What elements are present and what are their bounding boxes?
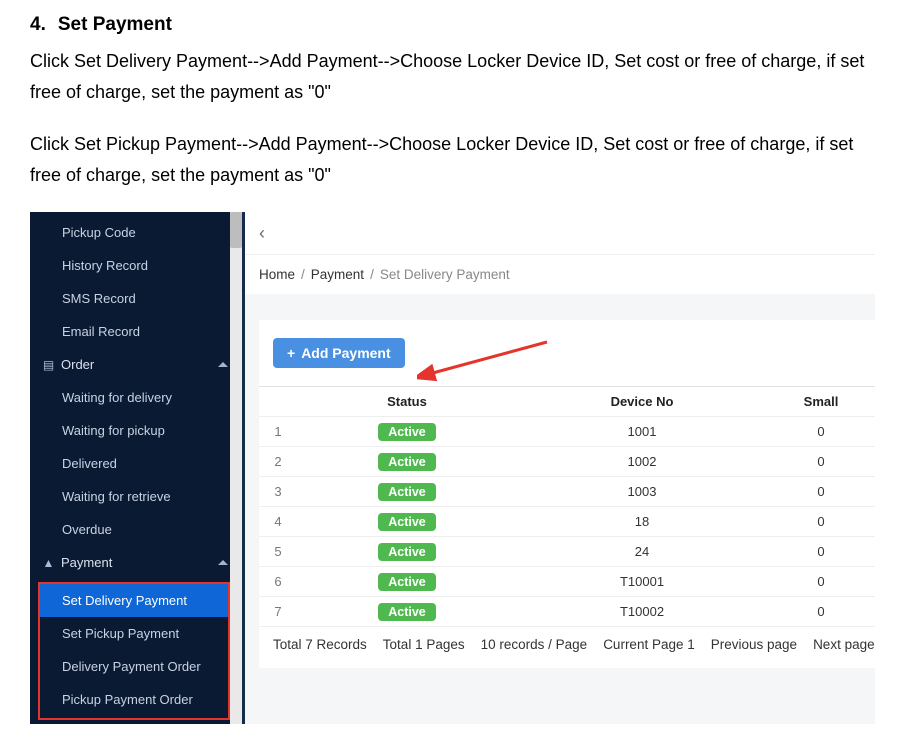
cell-small: 0	[767, 447, 875, 477]
breadcrumb-home[interactable]: Home	[259, 267, 295, 282]
doc-paragraph-1: Click Set Delivery Payment-->Add Payment…	[30, 46, 880, 107]
col-device-no: Device No	[517, 387, 767, 417]
sidebar-group-order[interactable]: ▤ Order	[30, 348, 242, 381]
cell-small: 0	[767, 537, 875, 567]
sidebar-item-waiting-delivery[interactable]: Waiting for delivery	[30, 381, 242, 414]
cell-status: Active	[297, 447, 517, 477]
table-row[interactable]: 4 Active 180	[259, 507, 875, 537]
cell-index: 5	[259, 537, 297, 567]
cell-small: 0	[767, 567, 875, 597]
status-badge: Active	[378, 483, 436, 501]
cell-small: 0	[767, 477, 875, 507]
sidebar-item-overdue[interactable]: Overdue	[30, 513, 242, 546]
sidebar-item-pickup-payment-order[interactable]: Pickup Payment Order	[40, 683, 228, 716]
doc-paragraph-2: Click Set Pickup Payment-->Add Payment--…	[30, 129, 880, 190]
cell-device-no: 24	[517, 537, 767, 567]
order-icon: ▤	[42, 359, 55, 370]
table-row[interactable]: 6 Active T100010	[259, 567, 875, 597]
cell-status: Active	[297, 597, 517, 627]
cell-index: 6	[259, 567, 297, 597]
cell-index: 7	[259, 597, 297, 627]
cell-status: Active	[297, 537, 517, 567]
sidebar-item-waiting-retrieve[interactable]: Waiting for retrieve	[30, 480, 242, 513]
cell-device-no: T10002	[517, 597, 767, 627]
topbar: ‹	[245, 212, 875, 254]
doc-heading-title: Set Payment	[58, 14, 172, 35]
cell-index: 1	[259, 417, 297, 447]
status-badge: Active	[378, 573, 436, 591]
sidebar-group-payment[interactable]: ▲ Payment	[30, 546, 242, 579]
sidebar-item-email-record[interactable]: Email Record	[30, 315, 242, 348]
table-row[interactable]: 1 Active 10010	[259, 417, 875, 447]
doc-heading: 4. Set Payment	[30, 14, 880, 36]
pager-per-page: 10 records / Page	[481, 637, 588, 652]
table-row[interactable]: 7 Active T100020	[259, 597, 875, 627]
table-row[interactable]: 3 Active 10030	[259, 477, 875, 507]
pager-total-pages: Total 1 Pages	[383, 637, 465, 652]
col-status: Status	[297, 387, 517, 417]
back-icon[interactable]: ‹	[259, 223, 265, 244]
sidebar-item-history-record[interactable]: History Record	[30, 249, 242, 282]
sidebar: Pickup Code History Record SMS Record Em…	[30, 212, 245, 724]
doc-heading-number: 4.	[30, 14, 46, 35]
cell-small: 0	[767, 417, 875, 447]
cell-index: 2	[259, 447, 297, 477]
breadcrumb-sep: /	[370, 267, 374, 282]
cell-status: Active	[297, 567, 517, 597]
payment-icon: ▲	[42, 557, 55, 568]
payment-table: Status Device No Small 1Active100102Acti…	[259, 386, 875, 627]
sidebar-item-pickup-code[interactable]: Pickup Code	[30, 216, 242, 249]
cell-index: 4	[259, 507, 297, 537]
content-panel: + Add Payment Status Device No	[259, 320, 875, 668]
breadcrumb-payment[interactable]: Payment	[311, 267, 364, 282]
add-payment-button[interactable]: + Add Payment	[273, 338, 405, 368]
plus-icon: +	[287, 345, 295, 361]
status-badge: Active	[378, 453, 436, 471]
cell-status: Active	[297, 477, 517, 507]
cell-device-no: 1003	[517, 477, 767, 507]
cell-index: 3	[259, 477, 297, 507]
sidebar-scrollbar-thumb[interactable]	[230, 212, 242, 248]
cell-device-no: 1001	[517, 417, 767, 447]
sidebar-item-waiting-pickup[interactable]: Waiting for pickup	[30, 414, 242, 447]
sidebar-item-sms-record[interactable]: SMS Record	[30, 282, 242, 315]
pagination: Total 7 Records Total 1 Pages 10 records…	[273, 637, 875, 652]
cell-device-no: 1002	[517, 447, 767, 477]
main-area: ‹ Home / Payment / Set Delivery Payment …	[245, 212, 875, 724]
sidebar-highlight-box: Set Delivery Payment Set Pickup Payment …	[38, 582, 230, 720]
breadcrumb-current: Set Delivery Payment	[380, 267, 510, 282]
pager-current: Current Page 1	[603, 637, 695, 652]
cell-device-no: 18	[517, 507, 767, 537]
cell-status: Active	[297, 417, 517, 447]
status-badge: Active	[378, 543, 436, 561]
status-badge: Active	[378, 603, 436, 621]
pager-prev[interactable]: Previous page	[711, 637, 797, 652]
sidebar-item-delivered[interactable]: Delivered	[30, 447, 242, 480]
sidebar-group-payment-label: Payment	[61, 555, 218, 570]
sidebar-item-set-pickup-payment[interactable]: Set Pickup Payment	[40, 617, 228, 650]
breadcrumb: Home / Payment / Set Delivery Payment	[245, 254, 875, 294]
sidebar-group-order-label: Order	[61, 357, 218, 372]
table-header-row: Status Device No Small	[259, 387, 875, 417]
add-payment-button-label: Add Payment	[301, 345, 390, 361]
cell-status: Active	[297, 507, 517, 537]
col-index	[259, 387, 297, 417]
table-row[interactable]: 5 Active 240	[259, 537, 875, 567]
cell-small: 0	[767, 597, 875, 627]
cell-device-no: T10001	[517, 567, 767, 597]
cell-small: 0	[767, 507, 875, 537]
app-screenshot: Pickup Code History Record SMS Record Em…	[30, 212, 875, 724]
pager-next[interactable]: Next page	[813, 637, 875, 652]
sidebar-item-set-delivery-payment[interactable]: Set Delivery Payment	[40, 584, 228, 617]
breadcrumb-sep: /	[301, 267, 305, 282]
col-small: Small	[767, 387, 875, 417]
table-row[interactable]: 2 Active 10020	[259, 447, 875, 477]
chevron-up-icon	[218, 560, 228, 565]
status-badge: Active	[378, 513, 436, 531]
sidebar-item-delivery-payment-order[interactable]: Delivery Payment Order	[40, 650, 228, 683]
status-badge: Active	[378, 423, 436, 441]
pager-total-records: Total 7 Records	[273, 637, 367, 652]
sidebar-scrollbar[interactable]	[230, 212, 242, 724]
chevron-up-icon	[218, 362, 228, 367]
